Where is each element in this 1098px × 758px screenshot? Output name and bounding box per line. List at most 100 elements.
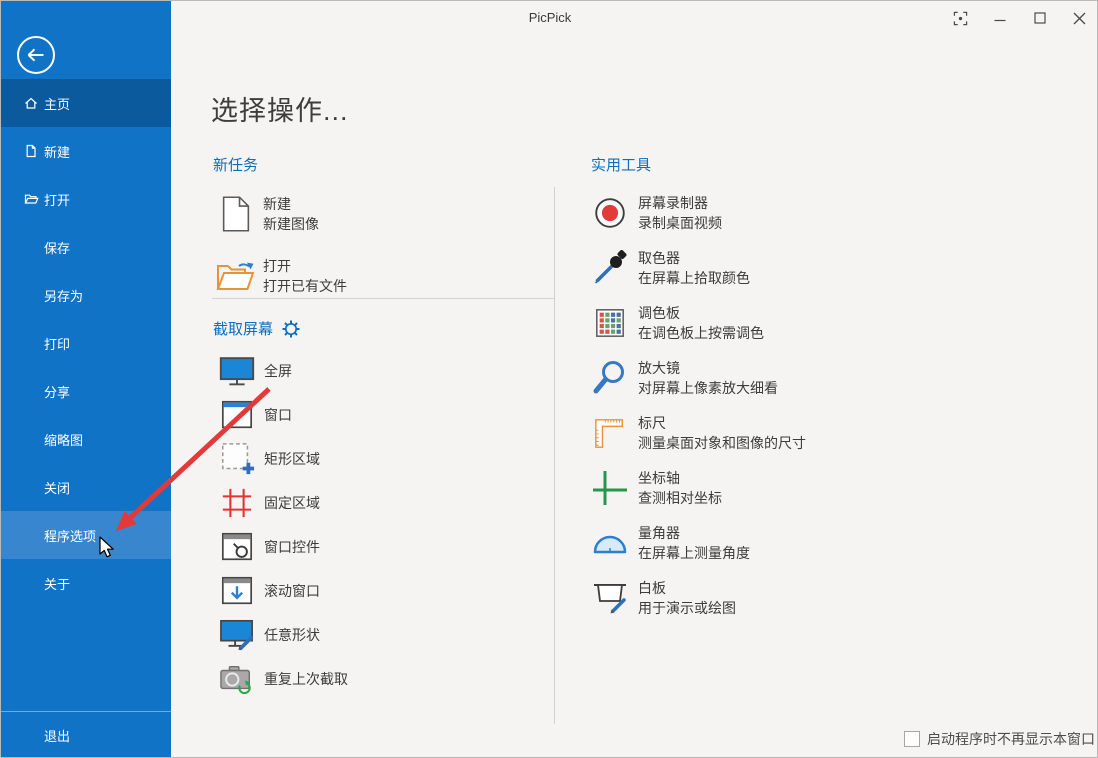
palette-icon bbox=[590, 307, 630, 339]
item-title: 量角器 bbox=[638, 523, 750, 543]
sidebar-item-save-as[interactable]: 另存为 bbox=[1, 271, 171, 319]
section-header-utilities: 实用工具 bbox=[591, 154, 651, 175]
sidebar-item-label: 新建 bbox=[44, 142, 70, 161]
item-label: 矩形区域 bbox=[264, 449, 320, 469]
new-image-item[interactable]: 新建 新建图像 bbox=[213, 187, 553, 241]
section-header-new-tasks: 新任务 bbox=[213, 154, 258, 175]
dont-show-window-label: 启动程序时不再显示本窗口 bbox=[927, 729, 1095, 749]
scrolling-window-icon bbox=[214, 574, 260, 608]
sidebar-item-label: 主页 bbox=[44, 94, 70, 113]
close-button[interactable] bbox=[1062, 5, 1096, 31]
item-title: 取色器 bbox=[638, 248, 750, 268]
sidebar-item-program-options[interactable]: 程序选项 bbox=[1, 511, 171, 559]
section-header-label: 新任务 bbox=[213, 154, 258, 175]
open-folder-icon bbox=[24, 192, 39, 206]
picpick-window: PicPick bbox=[0, 0, 1098, 758]
sidebar-item-save[interactable]: 保存 bbox=[1, 223, 171, 271]
repeat-capture-camera-icon bbox=[214, 662, 260, 696]
item-subtitle: 查测相对坐标 bbox=[638, 488, 722, 508]
freehand-capture-icon bbox=[214, 618, 260, 652]
sidebar-item-home[interactable]: 主页 bbox=[1, 79, 171, 127]
fullscreen-monitor-icon bbox=[214, 355, 260, 388]
open-file-item[interactable]: 打开 打开已有文件 bbox=[213, 249, 553, 303]
item-subtitle: 在屏幕上测量角度 bbox=[638, 543, 750, 563]
sidebar-item-exit[interactable]: 退出 bbox=[1, 712, 171, 758]
sidebar-item-about[interactable]: 关于 bbox=[1, 559, 171, 607]
magnifier-item[interactable]: 放大镜 对屏幕上像素放大细看 bbox=[590, 354, 1080, 402]
column-divider bbox=[554, 187, 555, 724]
capture-scrolling-window-item[interactable]: 滚动窗口 bbox=[214, 569, 549, 613]
maximize-icon bbox=[1034, 12, 1046, 24]
sidebar-item-label: 程序选项 bbox=[44, 526, 96, 545]
sidebar-item-print[interactable]: 打印 bbox=[1, 319, 171, 367]
window-capture-icon bbox=[214, 398, 260, 432]
home-icon bbox=[24, 96, 38, 110]
startup-checkbox-row: 启动程序时不再显示本窗口 bbox=[904, 729, 1095, 749]
capture-freehand-item[interactable]: 任意形状 bbox=[214, 613, 549, 657]
ruler-item[interactable]: 标尺 测量桌面对象和图像的尺寸 bbox=[590, 409, 1080, 457]
item-subtitle: 测量桌面对象和图像的尺寸 bbox=[638, 433, 806, 453]
protractor-item[interactable]: 量角器 在屏幕上测量角度 bbox=[590, 519, 1080, 567]
capture-fullscreen-item[interactable]: 全屏 bbox=[214, 349, 549, 393]
item-subtitle: 录制桌面视频 bbox=[638, 213, 722, 233]
sidebar-item-new[interactable]: 新建 bbox=[1, 127, 171, 175]
capture-window-item[interactable]: 窗口 bbox=[214, 393, 549, 437]
crosshair-item[interactable]: 坐标轴 查测相对坐标 bbox=[590, 464, 1080, 512]
minimize-icon bbox=[994, 12, 1006, 24]
capture-button[interactable] bbox=[943, 5, 977, 31]
dont-show-window-checkbox[interactable] bbox=[904, 731, 920, 747]
section-header-label: 实用工具 bbox=[591, 154, 651, 175]
item-label: 全屏 bbox=[264, 361, 292, 381]
item-title: 坐标轴 bbox=[638, 468, 722, 488]
item-title: 标尺 bbox=[638, 413, 806, 433]
close-icon bbox=[1073, 12, 1086, 25]
section-header-capture: 截取屏幕 bbox=[213, 318, 300, 339]
item-title: 调色板 bbox=[638, 303, 764, 323]
sidebar: 主页 新建 打开 保存 另存为 打印 bbox=[1, 1, 171, 758]
color-palette-item[interactable]: 调色板 在调色板上按需调色 bbox=[590, 299, 1080, 347]
screen-recorder-item[interactable]: 屏幕录制器 录制桌面视频 bbox=[590, 189, 1080, 237]
capture-fixed-region-item[interactable]: 固定区域 bbox=[214, 481, 549, 525]
sidebar-item-label: 打印 bbox=[44, 334, 70, 353]
item-title: 放大镜 bbox=[638, 358, 778, 378]
sidebar-item-share[interactable]: 分享 bbox=[1, 367, 171, 415]
new-image-document-icon bbox=[213, 194, 259, 234]
minimize-button[interactable] bbox=[983, 5, 1017, 31]
color-picker-item[interactable]: 取色器 在屏幕上拾取颜色 bbox=[590, 244, 1080, 292]
item-subtitle: 打开已有文件 bbox=[263, 276, 347, 296]
sidebar-item-label: 另存为 bbox=[44, 286, 83, 305]
capture-icon bbox=[953, 11, 968, 26]
eyedropper-icon bbox=[590, 250, 630, 286]
open-file-folder-icon bbox=[213, 259, 259, 293]
sidebar-item-thumbnail[interactable]: 缩略图 bbox=[1, 415, 171, 463]
sidebar-item-label: 打开 bbox=[44, 190, 70, 209]
new-document-icon bbox=[24, 144, 38, 158]
fixed-region-icon bbox=[214, 486, 260, 520]
protractor-icon bbox=[590, 530, 630, 556]
item-subtitle: 用于演示或绘图 bbox=[638, 598, 736, 618]
window-control-icon bbox=[214, 530, 260, 564]
back-arrow-icon bbox=[16, 35, 56, 75]
item-subtitle: 对屏幕上像素放大细看 bbox=[638, 378, 778, 398]
sidebar-item-label: 分享 bbox=[44, 382, 70, 401]
magnifier-icon bbox=[590, 359, 630, 397]
item-title: 新建 bbox=[263, 194, 319, 214]
capture-rectangle-item[interactable]: 矩形区域 bbox=[214, 437, 549, 481]
capture-window-control-item[interactable]: 窗口控件 bbox=[214, 525, 549, 569]
item-subtitle: 在屏幕上拾取颜色 bbox=[638, 268, 750, 288]
capture-settings-gear-icon[interactable] bbox=[282, 320, 300, 338]
whiteboard-icon bbox=[590, 580, 630, 616]
sidebar-item-open[interactable]: 打开 bbox=[1, 175, 171, 223]
whiteboard-item[interactable]: 白板 用于演示或绘图 bbox=[590, 574, 1080, 622]
maximize-button[interactable] bbox=[1023, 5, 1057, 31]
sidebar-item-label: 缩略图 bbox=[44, 430, 83, 449]
screen-recorder-icon bbox=[590, 194, 630, 232]
item-title: 白板 bbox=[638, 578, 736, 598]
item-label: 任意形状 bbox=[264, 625, 320, 645]
capture-repeat-last-item[interactable]: 重复上次截取 bbox=[214, 657, 549, 701]
sidebar-item-close[interactable]: 关闭 bbox=[1, 463, 171, 511]
crosshair-axis-icon bbox=[590, 469, 630, 507]
section-header-label: 截取屏幕 bbox=[213, 318, 273, 339]
item-label: 窗口 bbox=[264, 405, 292, 425]
back-button[interactable] bbox=[16, 35, 56, 75]
